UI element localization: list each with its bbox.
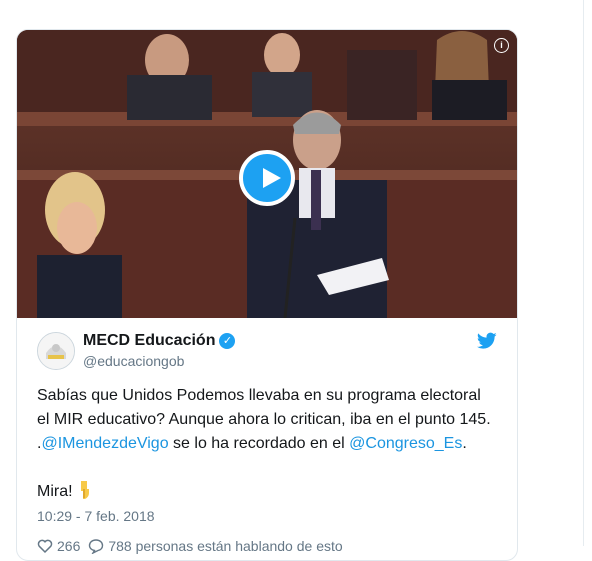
embedded-tweet-card: i MECD Educación ✓ @educaciongob Sabías …: [16, 29, 518, 561]
info-icon[interactable]: i: [494, 38, 509, 53]
heart-icon: [37, 539, 53, 554]
page-divider: [583, 0, 584, 546]
author-names[interactable]: MECD Educación ✓ @educaciongob: [83, 332, 236, 369]
tweet-text: Sabías que Unidos Podemos llevaba en su …: [37, 384, 497, 504]
display-name[interactable]: MECD Educación: [83, 332, 215, 350]
play-button[interactable]: [239, 150, 295, 206]
avatar[interactable]: [37, 332, 75, 370]
mention-link-mendezdevigo[interactable]: @IMendezdeVigo: [41, 435, 168, 452]
video-player[interactable]: i: [17, 30, 517, 318]
tweet-timestamp[interactable]: 10:29 - 7 feb. 2018: [37, 508, 497, 524]
conversation-action[interactable]: 788 personas están hablando de esto: [88, 538, 343, 554]
twitter-bird-icon[interactable]: [477, 332, 497, 350]
tweet-text-middle: se lo ha recordado en el: [168, 435, 350, 452]
mention-link-congreso[interactable]: @Congreso_Es: [349, 435, 462, 452]
tweet-text-part1: Sabías que Unidos Podemos llevaba en su …: [37, 387, 491, 428]
conversation-count: 788 personas están hablando de esto: [108, 538, 343, 554]
pointing-down-hand-icon: [80, 481, 89, 499]
tweet-header: MECD Educación ✓ @educaciongob: [37, 330, 497, 372]
tweet-body: MECD Educación ✓ @educaciongob Sabías que…: [17, 318, 517, 554]
tweet-text-suffix: .: [462, 435, 467, 452]
tweet-actions: 266 788 personas están hablando de esto: [37, 538, 497, 554]
speech-bubble-icon: [89, 539, 104, 554]
avatar-image: [38, 333, 74, 369]
verified-badge-icon: ✓: [219, 333, 236, 349]
like-count: 266: [57, 538, 81, 554]
handle[interactable]: @educaciongob: [83, 353, 235, 369]
like-action[interactable]: 266: [37, 538, 80, 554]
tweet-closing: Mira!: [37, 483, 73, 500]
